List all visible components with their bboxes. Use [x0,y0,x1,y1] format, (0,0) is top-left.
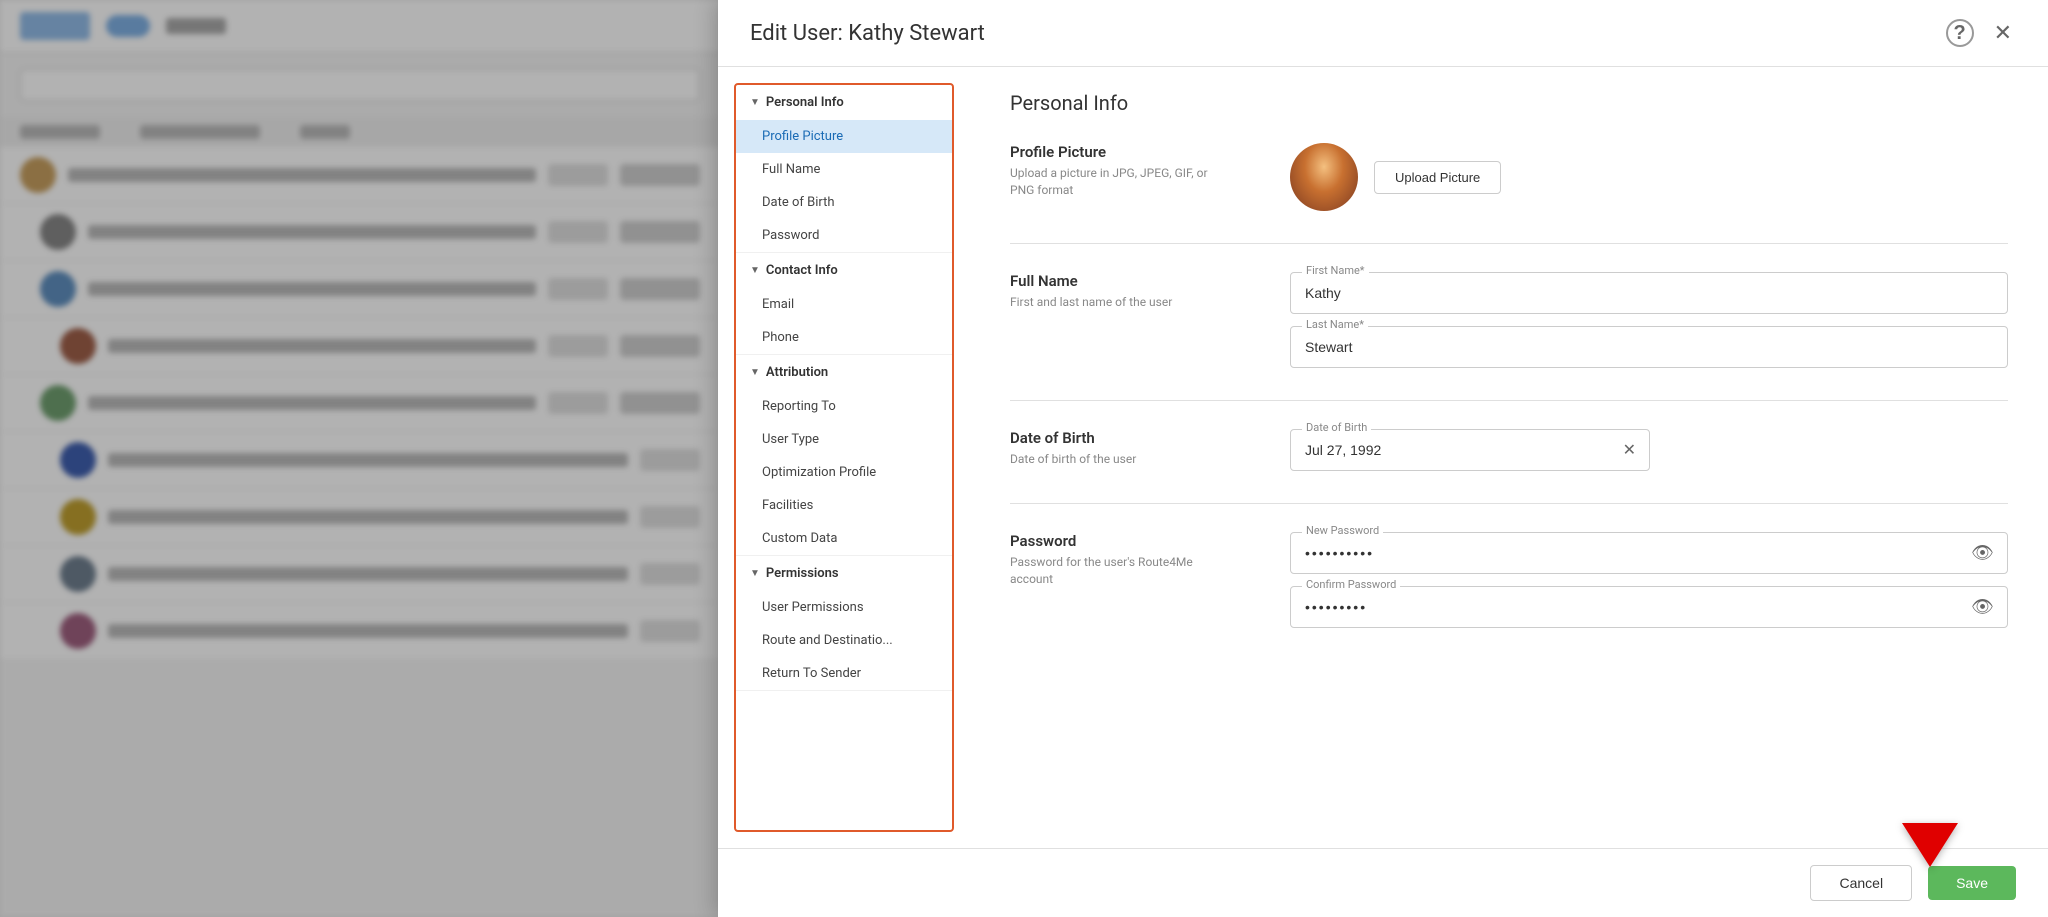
name-fields: First Name* Last Name* [1290,272,2008,368]
new-password-field[interactable] [1290,532,2008,574]
show-password-button[interactable]: 👁 [1969,541,1996,566]
dob-controls: Date of Birth ✕ [1290,429,2008,471]
chevron-down-icon: ▼ [750,265,760,276]
dob-label-block: Date of Birth Date of birth of the user [1010,429,1230,468]
dob-title: Date of Birth [1010,429,1230,447]
last-name-group: Last Name* [1290,326,2008,368]
password-fields: New Password 👁 Confirm Password 👁 [1290,532,2008,628]
section-title: Personal Info [1010,91,2008,115]
nav-group-header-permissions[interactable]: ▼ Permissions [736,556,952,591]
first-name-group: First Name* [1290,272,2008,314]
modal-overlay: Edit User: Kathy Stewart ? ✕ ▼ Personal … [0,0,2048,917]
sidebar-item-facilities[interactable]: Facilities [736,489,952,522]
cancel-button[interactable]: Cancel [1810,865,1912,901]
profile-picture-group: Profile Picture Upload a picture in JPG,… [1010,143,2008,211]
full-name-label-block: Full Name First and last name of the use… [1010,272,1230,311]
profile-picture-label-block: Profile Picture Upload a picture in JPG,… [1010,143,1230,199]
password-desc: Password for the user's Route4Me account [1010,554,1230,588]
nav-group-header-contact[interactable]: ▼ Contact Info [736,253,952,288]
sidebar-item-phone[interactable]: Phone [736,321,952,354]
help-button[interactable]: ? [1946,19,1974,47]
sidebar-item-user-permissions[interactable]: User Permissions [736,591,952,624]
sidebar-item-custom-data[interactable]: Custom Data [736,522,952,555]
full-name-controls: First Name* Last Name* [1290,272,2008,368]
modal-body: ▼ Personal Info Profile Picture Full Nam… [718,67,2048,848]
last-name-field[interactable] [1290,326,2008,368]
profile-picture-controls: Upload Picture [1290,143,2008,211]
password-title: Password [1010,532,1230,550]
modal-title: Edit User: Kathy Stewart [750,21,985,46]
nav-group-label-personal: Personal Info [766,95,844,110]
show-confirm-password-button[interactable]: 👁 [1969,595,1996,620]
sidebar-item-profile-picture[interactable]: Profile Picture [736,120,952,153]
sidebar-item-reporting-to[interactable]: Reporting To [736,390,952,423]
nav-panel: ▼ Personal Info Profile Picture Full Nam… [734,83,954,832]
confirm-password-field[interactable] [1290,586,2008,628]
profile-picture-title: Profile Picture [1010,143,1230,161]
confirm-password-label: Confirm Password [1302,578,1400,591]
nav-group-label-contact: Contact Info [766,263,838,278]
save-arrow-indicator [1902,823,1958,867]
password-controls: New Password 👁 Confirm Password 👁 [1290,532,2008,628]
sidebar-item-user-type[interactable]: User Type [736,423,952,456]
last-name-label: Last Name* [1302,318,1368,331]
sidebar-item-optimization-profile[interactable]: Optimization Profile [736,456,952,489]
chevron-down-icon: ▼ [750,97,760,108]
nav-group-contact: ▼ Contact Info Email Phone [736,253,952,355]
nav-group-header-personal[interactable]: ▼ Personal Info [736,85,952,120]
full-name-title: Full Name [1010,272,1230,290]
confirm-password-group: Confirm Password 👁 [1290,586,2008,628]
new-password-group: New Password 👁 [1290,532,2008,574]
content-panel: Personal Info Profile Picture Upload a p… [970,67,2048,848]
dob-group: Date of Birth Date of birth of the user … [1010,429,2008,471]
close-button[interactable]: ✕ [1990,18,2016,48]
profile-picture-desc: Upload a picture in JPG, JPEG, GIF, or P… [1010,165,1230,199]
first-name-label: First Name* [1302,264,1369,277]
chevron-down-icon: ▼ [750,568,760,579]
sidebar-item-full-name[interactable]: Full Name [736,153,952,186]
dob-label: Date of Birth [1302,421,1371,434]
modal-header-icons: ? ✕ [1946,18,2016,48]
modal-header: Edit User: Kathy Stewart ? ✕ [718,0,2048,67]
edit-user-modal: Edit User: Kathy Stewart ? ✕ ▼ Personal … [718,0,2048,917]
first-name-field[interactable] [1290,272,2008,314]
nav-group-attribution: ▼ Attribution Reporting To User Type Opt… [736,355,952,556]
divider [1010,503,2008,504]
dob-input[interactable] [1290,429,1650,471]
sidebar-item-route-destination[interactable]: Route and Destinatio... [736,624,952,657]
dob-desc: Date of birth of the user [1010,451,1230,468]
save-button[interactable]: Save [1928,866,2016,900]
nav-group-label-permissions: Permissions [766,566,839,581]
avatar [1290,143,1358,211]
modal-footer: Cancel Save [718,848,2048,917]
divider [1010,243,2008,244]
password-label-block: Password Password for the user's Route4M… [1010,532,1230,588]
dob-clear-button[interactable]: ✕ [1621,438,1638,462]
sidebar-item-email[interactable]: Email [736,288,952,321]
sidebar-item-password[interactable]: Password [736,219,952,252]
full-name-group: Full Name First and last name of the use… [1010,272,2008,368]
full-name-desc: First and last name of the user [1010,294,1230,311]
sidebar-item-date-of-birth[interactable]: Date of Birth [736,186,952,219]
nav-group-permissions: ▼ Permissions User Permissions Route and… [736,556,952,691]
upload-picture-button[interactable]: Upload Picture [1374,161,1501,194]
nav-group-header-attribution[interactable]: ▼ Attribution [736,355,952,390]
password-group: Password Password for the user's Route4M… [1010,532,2008,628]
sidebar-item-return-to-sender[interactable]: Return To Sender [736,657,952,690]
dob-field-wrapper: Date of Birth ✕ [1290,429,1650,471]
new-password-label: New Password [1302,524,1383,537]
nav-group-label-attribution: Attribution [766,365,828,380]
nav-group-personal: ▼ Personal Info Profile Picture Full Nam… [736,85,952,253]
chevron-down-icon: ▼ [750,367,760,378]
divider [1010,400,2008,401]
